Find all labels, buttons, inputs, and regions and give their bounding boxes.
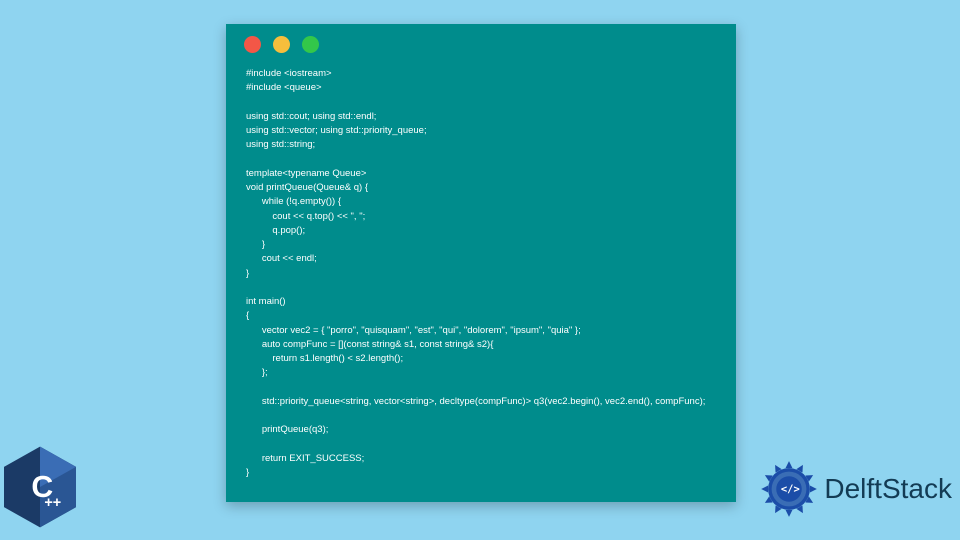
delftstack-label: DelftStack [824,473,952,505]
maximize-icon[interactable] [302,36,319,53]
cpp-hexagon-icon: C ++ [4,446,76,528]
close-icon[interactable] [244,36,261,53]
svg-text:</>: </> [781,483,800,495]
code-content: #include <iostream> #include <queue> usi… [226,59,736,496]
cpp-logo: C ++ [4,446,80,522]
minimize-icon[interactable] [273,36,290,53]
code-window: #include <iostream> #include <queue> usi… [226,24,736,502]
window-controls [226,24,736,59]
cpp-plus: ++ [44,495,61,511]
gear-icon: </> [760,460,818,518]
delftstack-logo: </> DelftStack [760,460,952,518]
